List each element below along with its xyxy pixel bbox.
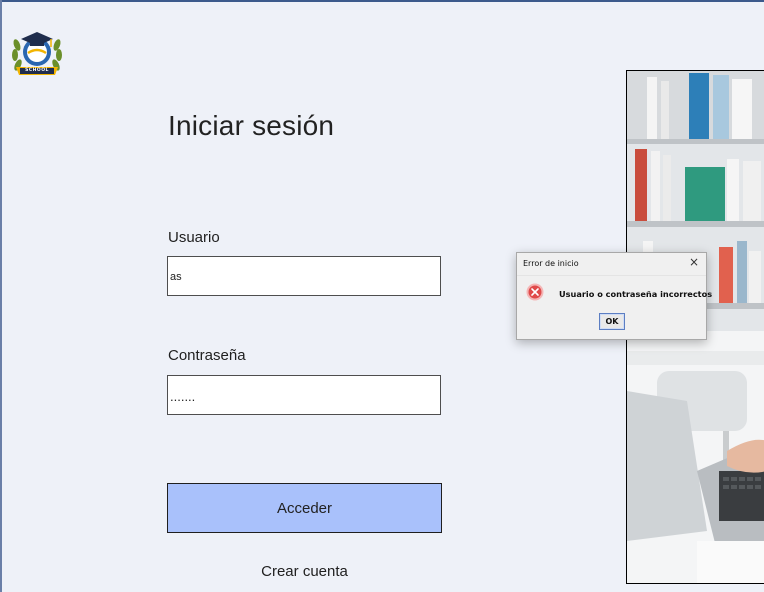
logo-text: SCHOOL bbox=[25, 68, 49, 73]
ok-button[interactable]: OK bbox=[599, 313, 625, 330]
password-input[interactable]: ....... bbox=[167, 375, 441, 415]
login-button[interactable]: Acceder bbox=[167, 483, 442, 533]
dialog-message: Usuario o contraseña incorrectos bbox=[559, 289, 713, 299]
dialog-title: Error de inicio bbox=[523, 259, 579, 268]
error-dialog: Error de inicio × Usuario o contraseña i… bbox=[516, 252, 712, 340]
window-top-border bbox=[0, 0, 764, 2]
password-label: Contraseña bbox=[168, 347, 246, 364]
close-icon[interactable]: × bbox=[689, 255, 699, 269]
create-account-link[interactable]: Crear cuenta bbox=[167, 563, 442, 580]
username-value: as bbox=[170, 271, 182, 283]
ok-button-label: OK bbox=[605, 317, 619, 326]
school-logo: SCHOOL bbox=[8, 25, 66, 81]
login-button-label: Acceder bbox=[276, 499, 333, 517]
error-icon bbox=[526, 283, 544, 301]
window-left-border bbox=[0, 0, 2, 592]
password-value: ....... bbox=[170, 388, 196, 404]
username-input[interactable]: as bbox=[167, 256, 441, 296]
page-title: Iniciar sesión bbox=[168, 110, 335, 141]
username-label: Usuario bbox=[168, 229, 220, 246]
dialog-title-separator bbox=[517, 275, 706, 276]
